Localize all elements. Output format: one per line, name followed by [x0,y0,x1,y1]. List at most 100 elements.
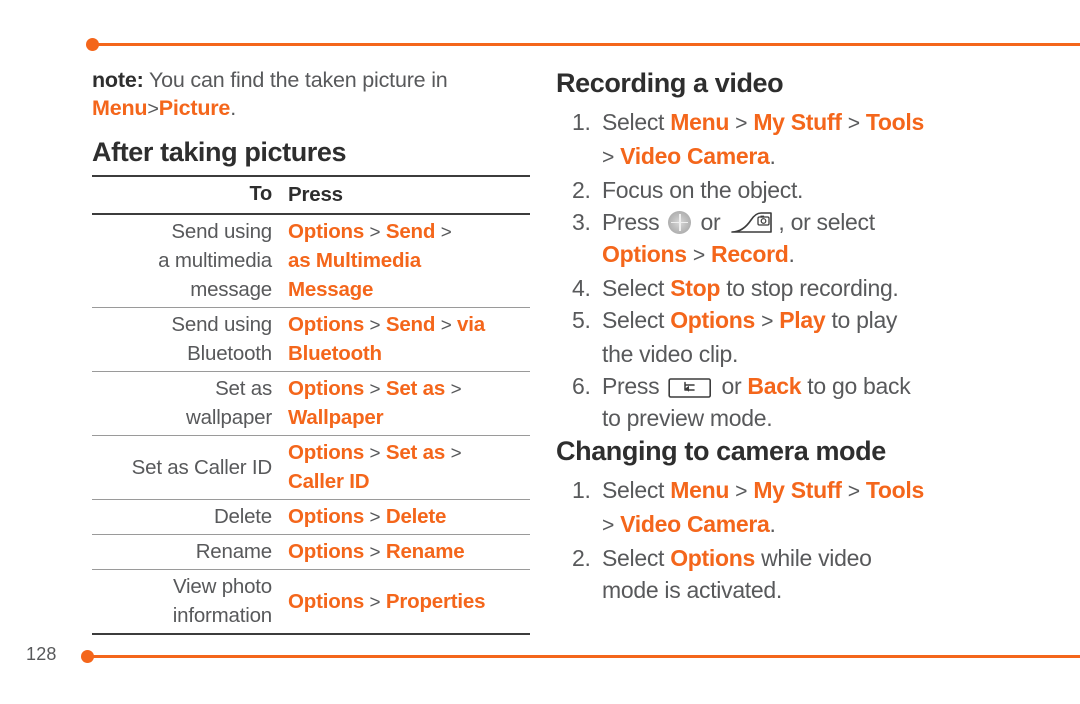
table-header-row: To Press [92,175,530,215]
menu-path-item: Video Camera [620,143,770,169]
right-column: Recording a video 1. Select Menu > My Stu… [556,66,1056,606]
step-text: Select [602,307,671,333]
path-separator: > [440,221,452,242]
table-row: Send using a multimedia message Options > S… [92,214,530,308]
menu-path-item: Options [670,307,755,333]
note-period: . [230,96,236,120]
menu-path-item: Options [288,540,365,563]
step-item: 2. Select Options while video mode is acti… [556,542,1056,606]
step-text: to play [825,307,898,333]
steps-list-changing-to-camera-mode: 1. Select Menu > My Stuff > Tools > Video … [556,474,1056,606]
table-cell-to-line: a multimedia [158,249,272,272]
table-cell-press: Options > Rename [284,534,530,570]
table-cell-press: Options > Delete [284,499,530,535]
table-cell-to: View photo information [92,569,284,635]
table-cell-to-line: Rename [195,540,272,563]
menu-path-item: Caller ID [288,470,370,493]
note-path-menu: Menu [92,96,148,120]
menu-path-item: My Stuff [753,109,842,135]
step-text: , or select [778,209,875,235]
menu-path-item: Back [747,373,802,399]
table-cell-to-line: Send using [171,220,272,243]
step-item: 6. Press or Back to go back to preview mod… [556,370,1056,434]
step-text: to stop recording. [720,275,899,301]
menu-path-item: Options [288,220,365,243]
menu-path-item: via [457,313,485,336]
step-item: 5. Select Options > Play to play the video… [556,304,1056,370]
page-number: 128 [26,644,57,664]
step-number: 5. [572,307,591,333]
section-title-changing-to-camera-mode: Changing to camera mode [556,436,886,466]
table-row: Send using Bluetooth Options > Send > via B… [92,307,530,372]
steps-list-recording-a-video: 1. Select Menu > My Stuff > Tools > Video … [556,106,1056,434]
menu-path-item: Video Camera [620,511,770,537]
table-cell-to-line: Delete [213,505,272,528]
table-cell-to: Send using Bluetooth [92,307,284,372]
left-column: note: You can find the taken picture in … [92,66,532,635]
menu-path-item: Options [602,241,687,267]
step-number: 3. [572,209,591,235]
step-text: to preview mode. [602,405,773,431]
note-path-picture: Picture [158,96,231,120]
menu-path-item: Play [779,307,826,333]
step-number: 1. [572,109,591,135]
menu-path-item: Menu [670,477,730,503]
step-text: mode is activated. [602,577,782,603]
step-text: . [788,241,795,267]
table-cell-to: Send using a multimedia message [92,214,284,308]
menu-path-item: Rename [385,540,465,563]
step-number: 4. [572,275,591,301]
step-text: Select [602,275,671,301]
menu-path-item: Set as [385,441,446,464]
menu-path-item: Set as [385,377,446,400]
step-text: Press [602,373,666,399]
path-separator: > [450,442,462,463]
path-separator: > [602,146,615,169]
menu-path-item: Options [288,313,365,336]
table-head: To Press [92,175,530,215]
path-separator: > [369,378,381,399]
table-cell-to-line: message [190,278,272,301]
menu-path-item: Options [288,589,365,613]
menu-path-item: Options [670,545,755,571]
top-rule [93,43,1080,46]
table-cell-press: Options > Properties [284,569,530,635]
table-body: Send using a multimedia message Options > S… [92,214,530,635]
navigation-key-icon [668,211,692,234]
step-number: 2. [572,177,591,203]
path-separator: > [735,480,748,503]
step-text: Select [602,109,671,135]
step-number: 6. [572,373,591,399]
note-label: note: [92,68,144,92]
step-text: the video clip. [602,341,739,367]
step-text: or [715,373,748,399]
path-separator: > [369,314,381,335]
back-key-icon [665,373,715,399]
path-separator: > [847,480,860,503]
menu-path-item: Stop [670,275,721,301]
step-item: 1. Select Menu > My Stuff > Tools > Video … [556,106,1056,174]
note-text: You can find the taken picture in [148,68,448,92]
path-separator: > [369,442,381,463]
step-item: 2. Focus on the object. [556,174,1056,206]
table-cell-to-line: View photo [172,575,272,598]
table-row: Set as Caller ID Options > Set as > Caller… [92,435,530,500]
table-row: Set as wallpaper Options > Set as > Wallpap… [92,371,530,436]
step-text: while video [755,545,872,571]
bottom-rule [88,655,1080,658]
table-row: View photo information Options > Propertie… [92,569,530,635]
menu-path-item: Record [711,241,789,267]
path-separator: > [369,541,381,562]
menu-path-item: Options [288,441,365,464]
table-cell-to-line: Set as [215,377,272,400]
menu-path-item: My Stuff [753,477,842,503]
menu-path-item: Menu [670,109,730,135]
table-cell-to: Set as wallpaper [92,371,284,436]
menu-path-item: as Multimedia [288,249,421,272]
column-header-to: To [92,175,284,215]
path-separator: > [369,506,381,527]
table-cell-to: Delete [92,499,284,535]
menu-path-item: Options [288,505,365,528]
table-cell-press: Options > Set as > Caller ID [284,435,530,500]
step-text: . [769,143,776,169]
